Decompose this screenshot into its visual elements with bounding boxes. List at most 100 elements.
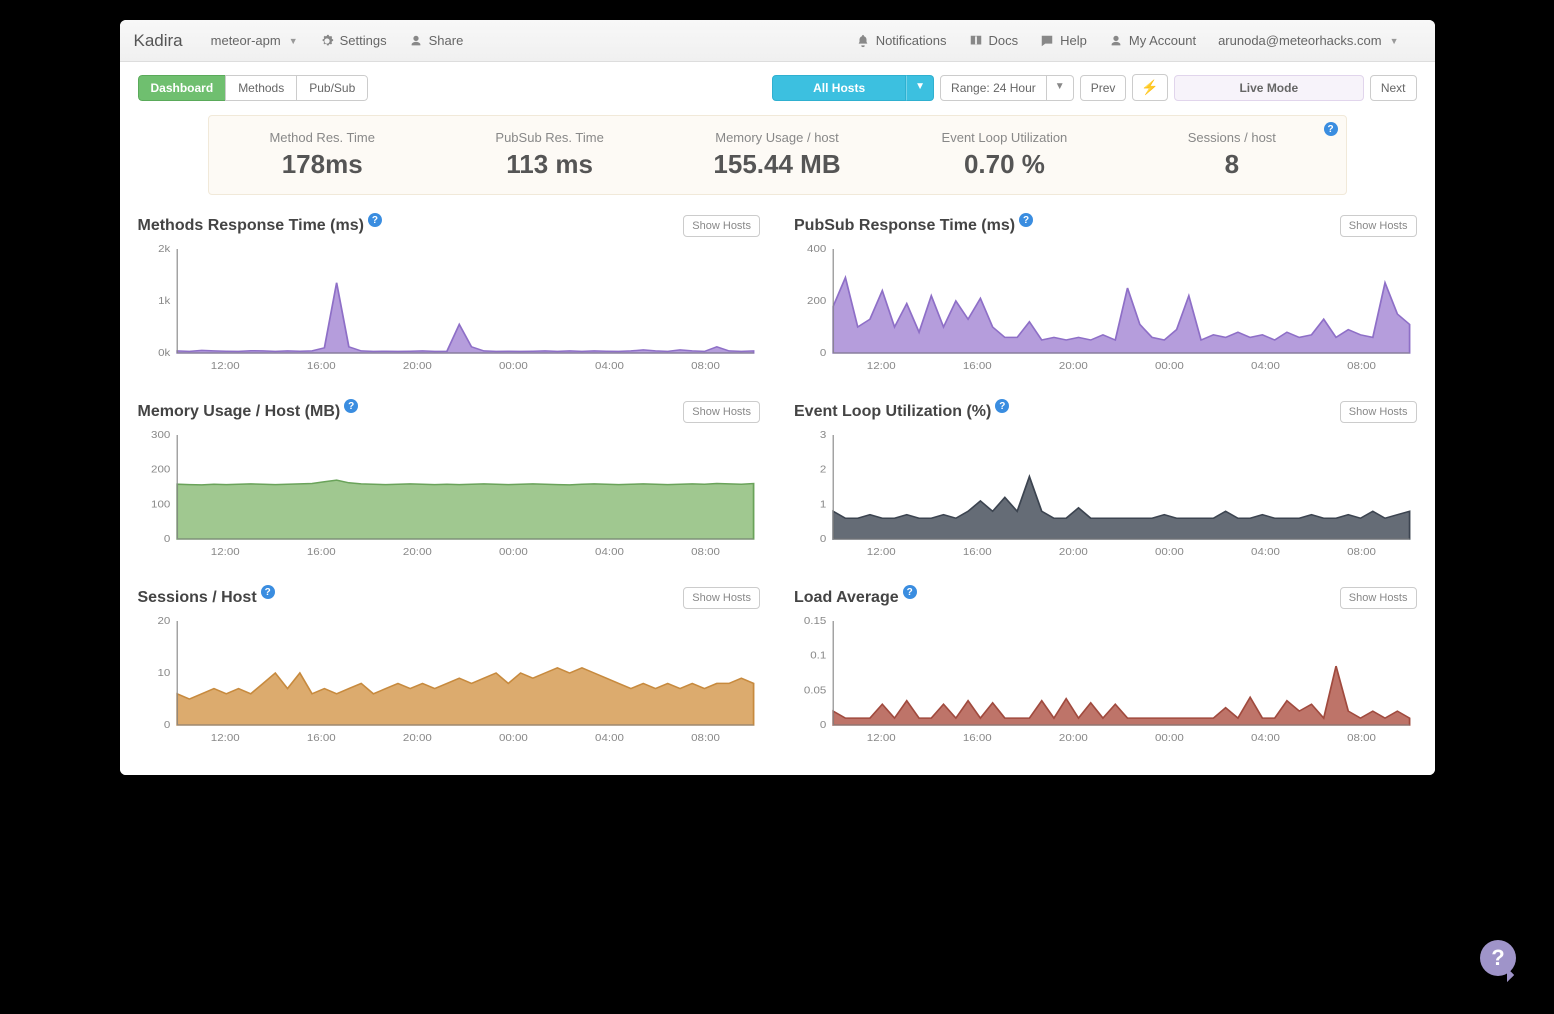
summary-label: Method Res. Time: [209, 130, 436, 145]
bell-icon: [856, 34, 870, 48]
svg-text:200: 200: [807, 296, 826, 307]
chart-plot[interactable]: 2k1k0k12:0016:0020:0000:0004:0008:00: [138, 245, 761, 375]
tab-pubsub[interactable]: Pub/Sub: [296, 75, 368, 101]
svg-text:12:00: 12:00: [867, 361, 896, 372]
all-hosts-button[interactable]: All Hosts: [772, 75, 906, 101]
summary-panel: ? Method Res. Time 178msPubSub Res. Time…: [208, 115, 1347, 195]
notifications-label: Notifications: [876, 33, 947, 48]
help-icon[interactable]: ?: [1019, 213, 1033, 227]
controls-row: Dashboard Methods Pub/Sub All Hosts ▼ Ra…: [138, 74, 1417, 101]
svg-text:12:00: 12:00: [867, 547, 896, 558]
summary-value: 8: [1118, 149, 1345, 180]
chart-plot[interactable]: 400200012:0016:0020:0000:0004:0008:00: [794, 245, 1417, 375]
svg-text:1k: 1k: [158, 296, 171, 307]
show-hosts-button[interactable]: Show Hosts: [683, 401, 760, 423]
help-icon[interactable]: ?: [344, 399, 358, 413]
all-hosts-dropdown[interactable]: ▼: [906, 75, 934, 101]
svg-text:0: 0: [820, 534, 826, 545]
svg-text:2k: 2k: [158, 245, 171, 255]
show-hosts-button[interactable]: Show Hosts: [1340, 587, 1417, 609]
svg-text:04:00: 04:00: [595, 361, 624, 372]
floating-help-button[interactable]: ?: [1480, 940, 1516, 976]
help-icon[interactable]: ?: [1324, 122, 1338, 136]
svg-text:3: 3: [820, 431, 826, 441]
svg-text:20:00: 20:00: [402, 733, 431, 744]
svg-text:20: 20: [157, 617, 170, 627]
help-icon[interactable]: ?: [903, 585, 917, 599]
svg-text:20:00: 20:00: [402, 361, 431, 372]
caret-down-icon: ▼: [1390, 36, 1399, 46]
settings-label: Settings: [340, 33, 387, 48]
chart-header: Load Average ? Show Hosts: [794, 587, 1417, 609]
help-icon[interactable]: ?: [368, 213, 382, 227]
settings-link[interactable]: Settings: [320, 33, 387, 48]
charts-grid: Methods Response Time (ms) ? Show Hosts …: [138, 215, 1417, 747]
chart-plot[interactable]: 300200100012:0016:0020:0000:0004:0008:00: [138, 431, 761, 561]
user-menu[interactable]: arunoda@meteorhacks.com ▼: [1218, 33, 1398, 48]
svg-text:16:00: 16:00: [306, 733, 335, 744]
notifications-link[interactable]: Notifications: [856, 33, 947, 48]
svg-text:0: 0: [820, 720, 826, 731]
svg-text:08:00: 08:00: [691, 361, 720, 372]
tab-methods[interactable]: Methods: [225, 75, 297, 101]
svg-text:00:00: 00:00: [1155, 361, 1184, 372]
chart-card: Sessions / Host ? Show Hosts 2010012:001…: [138, 587, 761, 747]
svg-text:12:00: 12:00: [210, 361, 239, 372]
summary-cell: PubSub Res. Time 113 ms: [436, 130, 663, 180]
show-hosts-button[interactable]: Show Hosts: [683, 215, 760, 237]
chart-plot[interactable]: 321012:0016:0020:0000:0004:0008:00: [794, 431, 1417, 561]
chart-title: Methods Response Time (ms): [138, 217, 364, 235]
help-icon[interactable]: ?: [261, 585, 275, 599]
user-email: arunoda@meteorhacks.com: [1218, 33, 1382, 48]
help-icon[interactable]: ?: [995, 399, 1009, 413]
live-toggle-icon[interactable]: ⚡: [1132, 74, 1167, 101]
range-dropdown[interactable]: ▼: [1047, 75, 1074, 101]
svg-text:20:00: 20:00: [1059, 547, 1088, 558]
summary-value: 178ms: [209, 149, 436, 180]
svg-text:00:00: 00:00: [1155, 733, 1184, 744]
svg-text:00:00: 00:00: [499, 361, 528, 372]
prev-button[interactable]: Prev: [1080, 75, 1127, 101]
app-selector-label: meteor-apm: [211, 33, 281, 48]
person-icon: [1109, 34, 1123, 48]
chart-card: Event Loop Utilization (%) ? Show Hosts …: [794, 401, 1417, 561]
svg-text:08:00: 08:00: [691, 547, 720, 558]
chart-card: Memory Usage / Host (MB) ? Show Hosts 30…: [138, 401, 761, 561]
show-hosts-button[interactable]: Show Hosts: [683, 587, 760, 609]
summary-cell: Memory Usage / host 155.44 MB: [663, 130, 890, 180]
svg-text:00:00: 00:00: [1155, 547, 1184, 558]
svg-text:08:00: 08:00: [691, 733, 720, 744]
chart-plot[interactable]: 0.150.10.05012:0016:0020:0000:0004:0008:…: [794, 617, 1417, 747]
share-label: Share: [429, 33, 464, 48]
live-mode-indicator: Live Mode: [1174, 75, 1364, 101]
content-area: Dashboard Methods Pub/Sub All Hosts ▼ Ra…: [120, 62, 1435, 775]
docs-link[interactable]: Docs: [969, 33, 1019, 48]
svg-text:100: 100: [151, 499, 170, 510]
svg-text:2: 2: [820, 464, 826, 475]
svg-text:0.15: 0.15: [804, 617, 826, 627]
svg-text:12:00: 12:00: [867, 733, 896, 744]
app-selector[interactable]: meteor-apm ▼: [211, 33, 298, 48]
range-label: Range: 24 Hour: [940, 75, 1047, 101]
help-label: Help: [1060, 33, 1087, 48]
svg-text:0: 0: [163, 534, 169, 545]
svg-text:20:00: 20:00: [1059, 733, 1088, 744]
app-window: Kadira meteor-apm ▼ Settings Share Notif…: [120, 20, 1435, 775]
svg-text:08:00: 08:00: [1347, 733, 1376, 744]
svg-text:0.1: 0.1: [810, 650, 826, 661]
chart-plot[interactable]: 2010012:0016:0020:0000:0004:0008:00: [138, 617, 761, 747]
chart-header: Methods Response Time (ms) ? Show Hosts: [138, 215, 761, 237]
chart-header: Memory Usage / Host (MB) ? Show Hosts: [138, 401, 761, 423]
show-hosts-button[interactable]: Show Hosts: [1340, 215, 1417, 237]
tab-dashboard[interactable]: Dashboard: [138, 75, 227, 101]
svg-text:0: 0: [163, 720, 169, 731]
svg-text:16:00: 16:00: [306, 361, 335, 372]
help-link[interactable]: Help: [1040, 33, 1087, 48]
share-link[interactable]: Share: [409, 33, 464, 48]
book-icon: [969, 34, 983, 48]
account-link[interactable]: My Account: [1109, 33, 1196, 48]
svg-text:04:00: 04:00: [1251, 361, 1280, 372]
next-button[interactable]: Next: [1370, 75, 1417, 101]
svg-text:10: 10: [157, 668, 170, 679]
show-hosts-button[interactable]: Show Hosts: [1340, 401, 1417, 423]
